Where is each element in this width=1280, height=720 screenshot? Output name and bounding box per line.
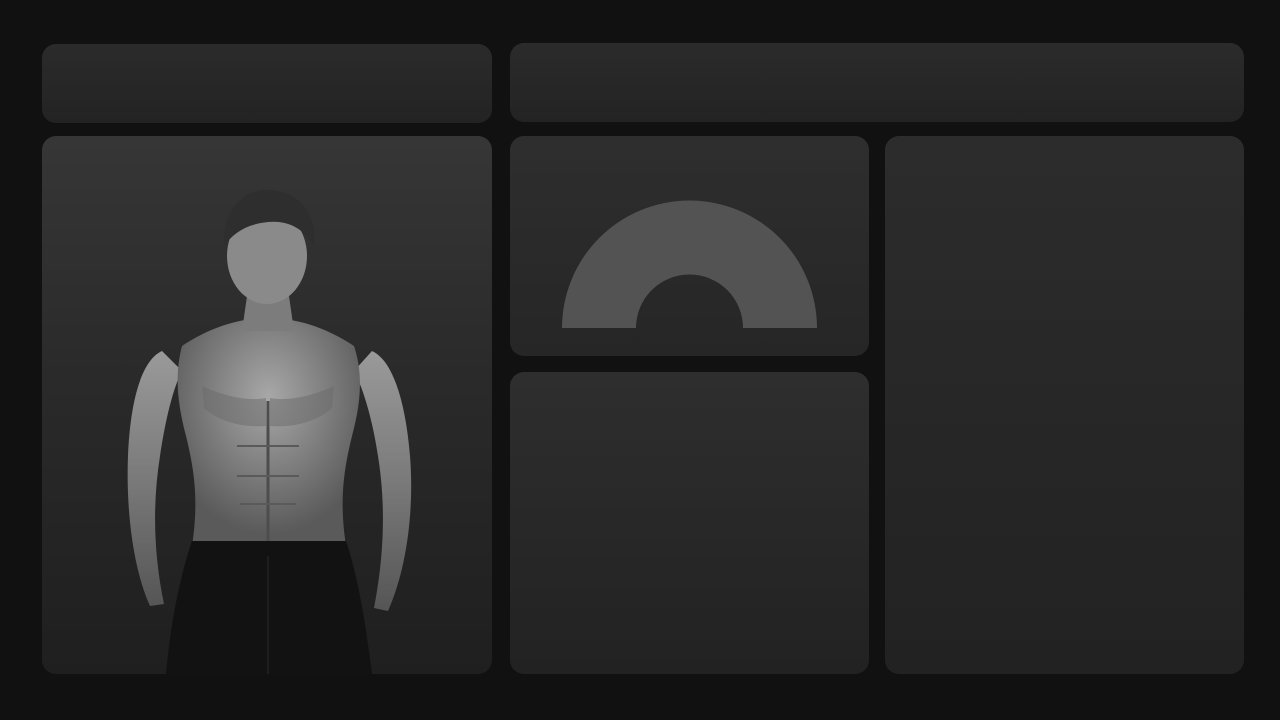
gauge-arc [562, 200, 817, 328]
bottom-middle-card [510, 372, 869, 674]
left-arm [127, 351, 182, 606]
athlete-figure-image [127, 189, 412, 674]
dashboard [0, 0, 1280, 720]
right-tall-card [885, 136, 1244, 674]
half-donut-gauge-icon [562, 200, 817, 328]
hero-image-card [42, 136, 492, 674]
header-left-card [42, 44, 492, 123]
gauge-card [510, 136, 869, 356]
header-right-card [510, 43, 1244, 122]
right-arm [354, 351, 412, 611]
